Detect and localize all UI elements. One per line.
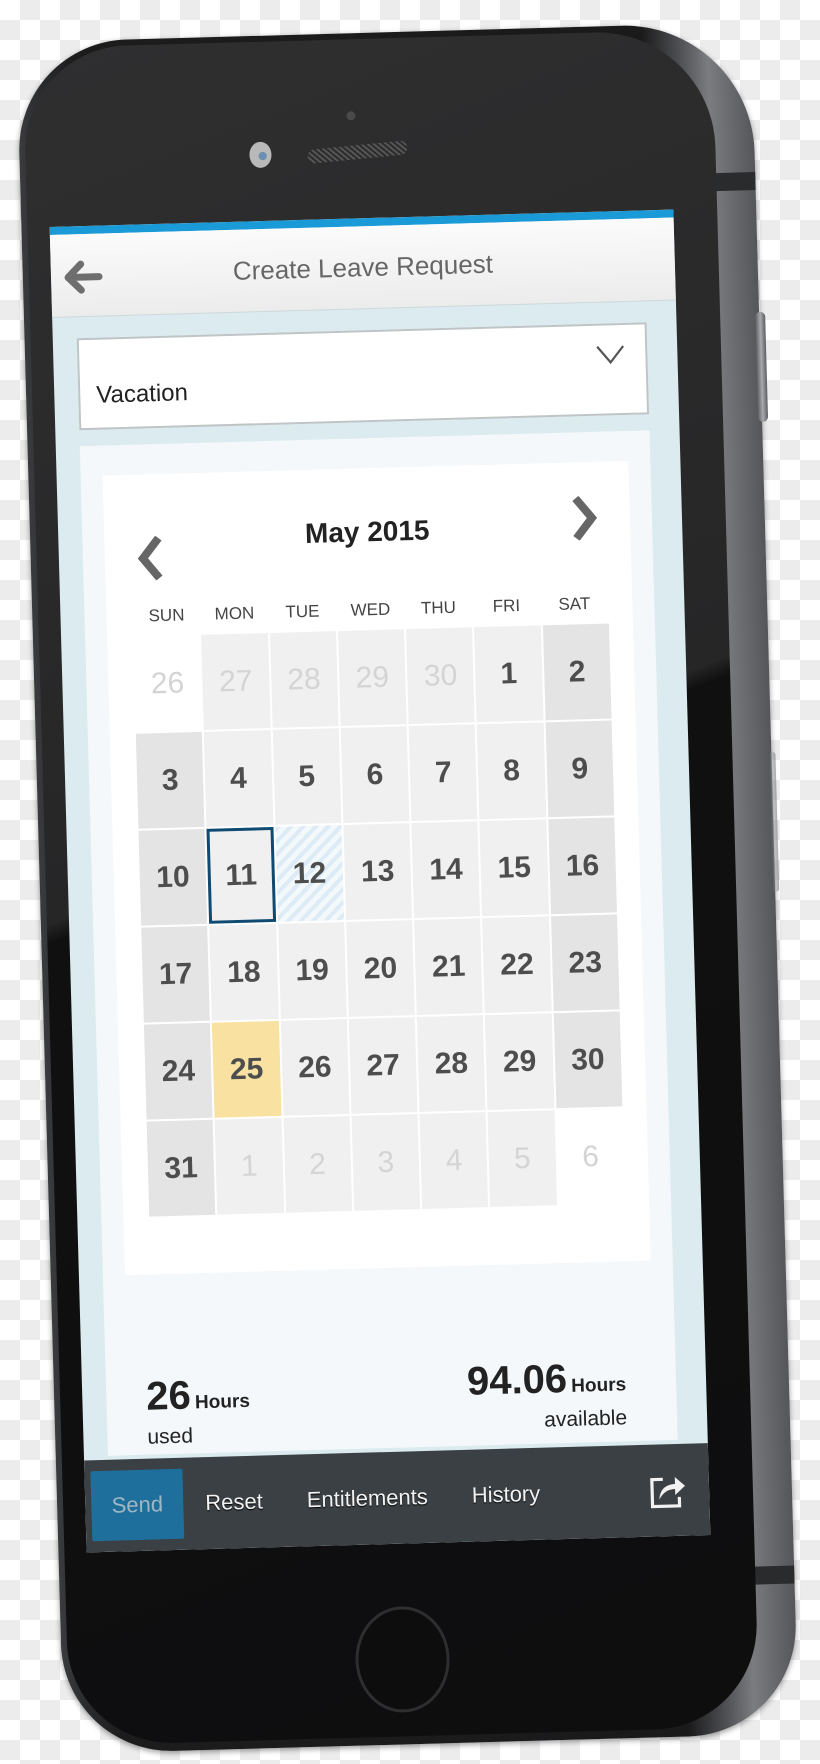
- calendar-day[interactable]: 2: [542, 623, 612, 721]
- side-button: [769, 751, 780, 892]
- weekday-label: MON: [214, 603, 255, 624]
- calendar-day[interactable]: 1: [214, 1117, 284, 1215]
- calendar-day[interactable]: 5: [487, 1110, 557, 1208]
- calendar-day[interactable]: 13: [343, 823, 413, 920]
- calendar-day[interactable]: 28: [416, 1015, 486, 1112]
- content-area: May 2015 SUN MON TUE WED THU FRI SAT 26 2…: [79, 430, 678, 1456]
- proximity-sensor: [346, 111, 356, 121]
- calendar-day[interactable]: 15: [479, 819, 549, 917]
- calendar-day[interactable]: 3: [351, 1114, 421, 1211]
- weekday-label: WED: [350, 599, 391, 620]
- calendar-grid: 26 27 28 29 30 1 2 3 4 5 6 7 8 9 10 11 12 13 14 15 16 17 18 19 2…: [133, 623, 626, 1217]
- chevron-right-icon: [572, 495, 598, 541]
- calendar-day[interactable]: 11: [206, 826, 276, 924]
- calendar-day[interactable]: 21: [414, 918, 484, 1016]
- antenna-band: [750, 1565, 795, 1585]
- calendar-day[interactable]: 29: [337, 629, 407, 727]
- home-button[interactable]: [354, 1605, 451, 1714]
- reset-button[interactable]: Reset: [183, 1488, 285, 1517]
- available-value: 94.06: [466, 1356, 568, 1404]
- calendar-card: May 2015 SUN MON TUE WED THU FRI SAT 26 2…: [102, 460, 651, 1276]
- calendar-day[interactable]: 7: [408, 724, 478, 822]
- calendar-day[interactable]: 25: [212, 1020, 282, 1118]
- leave-type-value: Vacation: [95, 379, 189, 409]
- weekday-label: THU: [420, 597, 457, 618]
- calendar-day[interactable]: 10: [138, 828, 208, 926]
- share-button[interactable]: [649, 1471, 688, 1510]
- calendar-day[interactable]: 3: [135, 731, 205, 829]
- weekday-label: SAT: [558, 594, 591, 614]
- weekday-label: FRI: [492, 595, 521, 616]
- calendar-day[interactable]: 12: [275, 825, 344, 922]
- calendar-day[interactable]: 2: [283, 1115, 353, 1213]
- app-screen: Create Leave Request Vacation May 2015 S…: [49, 209, 711, 1553]
- used-unit: Hours: [194, 1390, 251, 1414]
- weekday-header: SUN MON TUE WED THU FRI SAT: [132, 594, 608, 627]
- calendar-day[interactable]: 20: [345, 920, 415, 1017]
- calendar-day[interactable]: 17: [141, 925, 211, 1023]
- bottom-toolbar: Send Reset Entitlements History: [84, 1443, 711, 1553]
- calendar-day[interactable]: 30: [553, 1011, 623, 1109]
- calendar-day[interactable]: 30: [406, 627, 476, 725]
- month-label: May 2015: [304, 514, 430, 549]
- history-button[interactable]: History: [449, 1480, 562, 1509]
- antenna-band: [711, 172, 756, 192]
- calendar-day[interactable]: 16: [548, 817, 617, 915]
- leave-type-dropdown[interactable]: Vacation: [76, 322, 650, 431]
- hours-available: 94.06 Hours available: [466, 1355, 627, 1434]
- front-camera-icon: [249, 141, 272, 169]
- calendar-day[interactable]: 14: [411, 821, 481, 919]
- calendar-day[interactable]: 22: [482, 916, 552, 1014]
- calendar-day[interactable]: 26: [133, 634, 202, 732]
- used-value: 26: [145, 1373, 192, 1419]
- calendar-day[interactable]: 4: [419, 1112, 489, 1209]
- earpiece-speaker: [306, 140, 408, 164]
- side-button: [755, 311, 769, 423]
- calendar-day[interactable]: 6: [556, 1108, 626, 1206]
- next-month-button[interactable]: [567, 495, 598, 541]
- calendar-day[interactable]: 19: [277, 922, 347, 1019]
- chevron-down-icon: [596, 345, 625, 365]
- calendar-day[interactable]: 31: [146, 1119, 216, 1217]
- send-button[interactable]: Send: [90, 1468, 185, 1542]
- calendar-day[interactable]: 6: [340, 726, 410, 824]
- weekday-label: TUE: [285, 601, 320, 622]
- calendar-day[interactable]: 23: [550, 914, 620, 1012]
- hours-used: 26 Hours used: [146, 1372, 251, 1450]
- weekday-label: SUN: [148, 605, 185, 626]
- calendar-day[interactable]: 28: [269, 631, 339, 728]
- calendar-day[interactable]: 24: [143, 1022, 213, 1120]
- page-title: Create Leave Request: [232, 248, 494, 286]
- share-icon: [650, 1477, 686, 1509]
- app-header: Create Leave Request: [49, 217, 676, 318]
- used-label: used: [147, 1424, 194, 1449]
- entitlements-button[interactable]: Entitlements: [284, 1483, 450, 1514]
- calendar-day[interactable]: 8: [477, 722, 546, 820]
- calendar-day[interactable]: 9: [545, 720, 615, 818]
- calendar-day[interactable]: 5: [272, 728, 342, 825]
- calendar-day[interactable]: 1: [474, 625, 544, 723]
- calendar-day[interactable]: 4: [204, 730, 273, 827]
- calendar-day[interactable]: 18: [209, 923, 279, 1021]
- calendar-day[interactable]: 27: [201, 633, 271, 730]
- calendar-day[interactable]: 29: [485, 1013, 555, 1111]
- available-label: available: [543, 1406, 628, 1432]
- calendar-day[interactable]: 27: [348, 1017, 418, 1114]
- calendar-day[interactable]: 26: [280, 1018, 350, 1116]
- available-unit: Hours: [570, 1374, 627, 1397]
